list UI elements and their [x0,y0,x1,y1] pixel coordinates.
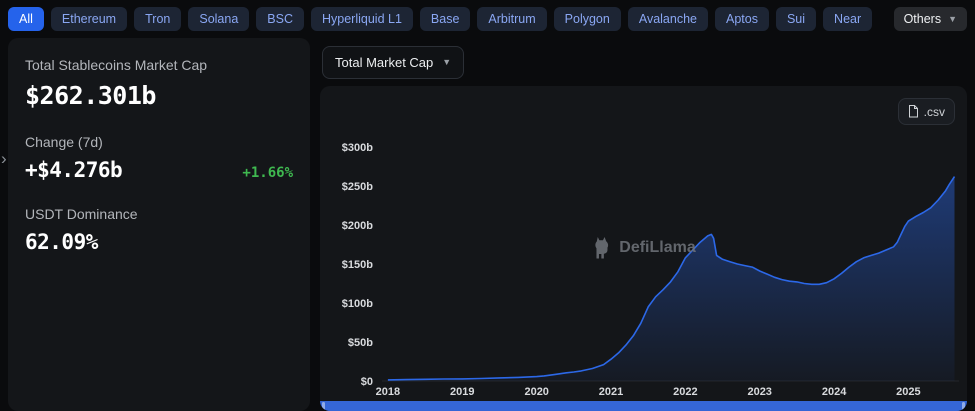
svg-text:$100b: $100b [342,298,373,310]
chart-toolbar: .csv [320,86,967,127]
chevron-down-icon: ▼ [442,58,451,67]
svg-text:$0: $0 [361,376,373,388]
metric-selector-label: Total Market Cap [335,55,433,70]
chain-tab-tron[interactable]: Tron [134,7,181,32]
chain-tab-arbitrum[interactable]: Arbitrum [477,7,546,32]
brush-handle-left[interactable] [322,402,325,410]
stat-total-market-cap: Total Stablecoins Market Cap $262.301b [25,57,293,110]
chain-tab-solana[interactable]: Solana [188,7,249,32]
chain-tab-bsc[interactable]: BSC [256,7,304,32]
stats-panel: Total Stablecoins Market Cap $262.301b C… [8,38,310,411]
stat-usdt-dominance: USDT Dominance 62.09% [25,206,293,254]
total-market-cap-value: $262.301b [25,81,293,110]
csv-download-button[interactable]: .csv [898,98,955,125]
usdt-dominance-value: 62.09% [25,230,293,254]
chart-zoom-brush[interactable] [320,401,967,411]
stablecoins-market-cap-chart[interactable]: $0 $50b $100b $150b $200b $250b $300b 2018 2019 2… [320,127,967,401]
chain-tab-aptos[interactable]: Aptos [715,7,769,32]
stat-label: USDT Dominance [25,206,293,222]
chain-tab-sui[interactable]: Sui [776,7,816,32]
chart-plot-area[interactable]: $0 $50b $100b $150b $200b $250b $300b 2018 2019 2… [320,127,967,401]
svg-text:$300b: $300b [342,142,373,154]
chain-filter-bar: All Ethereum Tron Solana BSC Hyperliquid… [0,0,975,38]
file-icon [908,105,919,118]
svg-text:2018: 2018 [376,386,400,398]
change-7d-value: +$4.276b [25,158,122,182]
metric-selector-dropdown[interactable]: Total Market Cap ▼ [322,46,464,79]
svg-text:2022: 2022 [673,386,697,398]
chain-tab-hyperliquid-l1[interactable]: Hyperliquid L1 [311,7,413,32]
csv-button-label: .csv [924,105,945,119]
others-dropdown-label: Others [904,13,942,26]
chain-tab-ethereum[interactable]: Ethereum [51,7,127,32]
others-dropdown[interactable]: Others ▼ [894,7,967,32]
svg-text:2020: 2020 [524,386,548,398]
svg-text:$150b: $150b [342,259,373,271]
stat-label: Change (7d) [25,134,293,150]
chain-tab-near[interactable]: Near [823,7,872,32]
stat-label: Total Stablecoins Market Cap [25,57,293,73]
chain-tab-all[interactable]: All [8,7,44,32]
chevron-down-icon: ▼ [948,15,957,24]
chart-column: Total Market Cap ▼ .csv $0 $50b $100b $150b… [320,38,967,411]
stat-change-7d: Change (7d) +$4.276b +1.66% [25,134,293,182]
svg-text:$50b: $50b [348,337,373,349]
change-7d-percent: +1.66% [242,165,293,181]
chain-tab-avalanche[interactable]: Avalanche [628,7,708,32]
chart-card: .csv $0 $50b $100b $150b $200b $250b $300b 2018… [320,86,967,411]
svg-text:2019: 2019 [450,386,474,398]
svg-text:2024: 2024 [822,386,847,398]
main-content: Total Stablecoins Market Cap $262.301b C… [0,38,975,411]
svg-text:2023: 2023 [747,386,771,398]
sidebar-expand-chevron[interactable]: › [1,150,7,167]
chain-tab-polygon[interactable]: Polygon [554,7,621,32]
chain-tab-base[interactable]: Base [420,7,471,32]
svg-text:2025: 2025 [896,386,920,398]
svg-text:2021: 2021 [599,386,623,398]
brush-handle-right[interactable] [962,402,965,410]
svg-text:$200b: $200b [342,220,373,232]
svg-text:$250b: $250b [342,181,373,193]
